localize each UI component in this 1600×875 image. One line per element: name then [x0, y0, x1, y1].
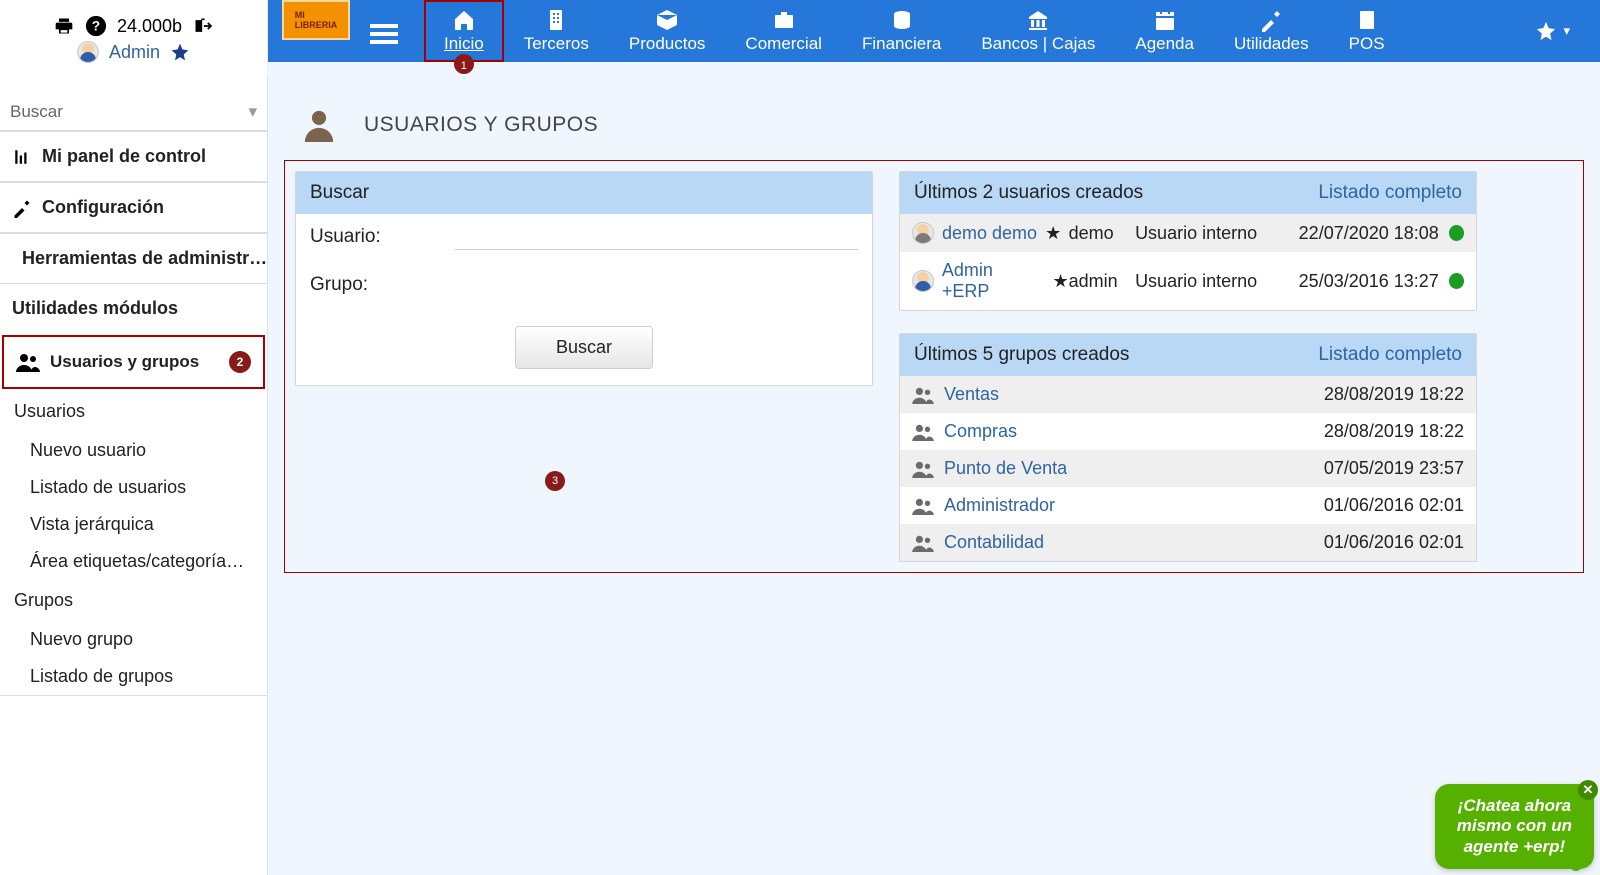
search-button[interactable]: Buscar	[515, 326, 653, 369]
left-sidebar: Buscar Mi panel de control Configuración…	[0, 78, 268, 875]
card-search: Buscar Usuario: Grupo: Buscar	[295, 171, 873, 386]
nav-item-bancos-cajas[interactable]: Bancos | Cajas	[961, 0, 1115, 62]
nav-item-utilidades[interactable]: Utilidades	[1214, 0, 1329, 62]
nav-item-terceros[interactable]: Terceros	[504, 0, 609, 62]
sidebar-label: Mi panel de control	[42, 146, 206, 167]
user-link[interactable]: Admin +ERP	[942, 260, 1045, 302]
star-icon[interactable]	[170, 42, 190, 62]
group-link[interactable]: Punto de Venta	[944, 458, 1067, 479]
sidebar-subitem[interactable]: Listado de usuarios	[0, 469, 267, 506]
current-user-link[interactable]: Admin	[109, 42, 160, 63]
avatar-icon	[77, 41, 99, 63]
help-icon[interactable]: ?	[85, 15, 107, 37]
sidebar-subitem[interactable]: Vista jerárquica	[0, 506, 267, 543]
group-date: 01/06/2016 02:01	[1324, 532, 1464, 553]
page-heading: USUARIOS Y GRUPOS	[284, 88, 1584, 160]
sidebar-subitem[interactable]: Nuevo usuario	[0, 432, 267, 469]
group-row: Contabilidad 01/06/2016 02:01	[900, 524, 1476, 561]
version-text: 24.000b	[117, 16, 182, 37]
input-user[interactable]	[455, 224, 858, 250]
avatar-icon	[912, 270, 934, 292]
label-group: Grupo:	[310, 274, 455, 296]
sidebar-sub-users[interactable]: Usuarios	[0, 391, 267, 432]
sidebar-item-config[interactable]: Configuración	[0, 182, 267, 233]
user-row: Admin +ERP ★adminUsuario interno25/03/20…	[900, 252, 1476, 310]
close-icon[interactable]: ✕	[1578, 780, 1598, 800]
sidebar-label: Usuarios y grupos	[50, 352, 199, 372]
group-link[interactable]: Contabilidad	[944, 532, 1044, 553]
input-group[interactable]	[455, 270, 858, 300]
nav-item-inicio[interactable]: Inicio1	[424, 0, 504, 62]
card-header: Últimos 5 grupos creados Listado complet…	[900, 334, 1476, 376]
user-login: admin	[1069, 271, 1135, 292]
chat-line: agente +erp!	[1457, 837, 1572, 857]
main-topnav: MILIBRERIA Inicio1TercerosProductosComer…	[268, 0, 1600, 62]
sidebar-label: Herramientas de administr…	[22, 248, 267, 269]
sidebar-subitem[interactable]: Listado de grupos	[0, 658, 267, 695]
chat-line: mismo con un	[1457, 816, 1572, 836]
status-dot	[1449, 225, 1464, 241]
menu-toggle[interactable]	[364, 0, 424, 62]
dashboard-area: Buscar Usuario: Grupo: Buscar	[284, 160, 1584, 573]
sidebar-item-users-groups[interactable]: Usuarios y grupos 2	[2, 335, 265, 389]
sidebar-label: Configuración	[42, 197, 164, 218]
link-full-list[interactable]: Listado completo	[1318, 182, 1462, 204]
nav-item-comercial[interactable]: Comercial	[725, 0, 842, 62]
nav-item-pos[interactable]: POS	[1329, 0, 1405, 62]
group-date: 28/08/2019 18:22	[1324, 421, 1464, 442]
link-full-list[interactable]: Listado completo	[1318, 344, 1462, 366]
annotation-badge: 3	[545, 471, 565, 491]
group-row: Administrador 01/06/2016 02:01	[900, 487, 1476, 524]
nav-item-productos[interactable]: Productos	[609, 0, 726, 62]
user-date: 25/03/2016 13:27	[1277, 271, 1438, 292]
group-date: 07/05/2019 23:57	[1324, 458, 1464, 479]
user-link[interactable]: demo demo	[942, 223, 1037, 244]
sidebar-sub-groups[interactable]: Grupos	[0, 580, 267, 621]
star-icon: ★	[1045, 223, 1061, 244]
bookmarks-dropdown[interactable]: ▾	[1505, 0, 1600, 62]
user-date: 22/07/2020 18:08	[1277, 223, 1438, 244]
status-dot	[1449, 273, 1464, 289]
group-date: 28/08/2019 18:22	[1324, 384, 1464, 405]
logout-icon[interactable]	[192, 16, 214, 36]
group-row: Punto de Venta 07/05/2019 23:57	[900, 450, 1476, 487]
print-icon[interactable]	[53, 16, 75, 36]
sidebar-item-dashboard[interactable]: Mi panel de control	[0, 131, 267, 182]
left-mini-toolbar: ? 24.000b Admin	[0, 0, 268, 78]
group-row: Ventas 28/08/2019 18:22	[900, 376, 1476, 413]
group-link[interactable]: Ventas	[944, 384, 999, 405]
group-link[interactable]: Compras	[944, 421, 1017, 442]
user-type: Usuario interno	[1135, 271, 1277, 292]
sidebar-item-utilmods[interactable]: Utilidades módulos	[0, 284, 267, 333]
form-row-group: Grupo:	[296, 260, 872, 310]
sidebar-search-select[interactable]: Buscar	[0, 94, 267, 131]
group-link[interactable]: Administrador	[944, 495, 1055, 516]
nav-item-agenda[interactable]: Agenda	[1115, 0, 1214, 62]
card-header: Buscar	[296, 172, 872, 214]
badge-count: 2	[229, 351, 251, 373]
sidebar-item-admintools[interactable]: Herramientas de administr…	[0, 233, 267, 284]
sidebar-subitem[interactable]: Área etiquetas/categorías Us…	[0, 543, 267, 580]
card-header: Últimos 2 usuarios creados Listado compl…	[900, 172, 1476, 214]
form-row-user: Usuario:	[296, 214, 872, 260]
star-icon: ★	[1052, 271, 1068, 292]
avatar-icon	[912, 222, 934, 244]
group-row: Compras 28/08/2019 18:22	[900, 413, 1476, 450]
svg-text:?: ?	[92, 19, 100, 34]
user-login: demo	[1069, 223, 1135, 244]
sidebar-subitem[interactable]: Nuevo grupo	[0, 621, 267, 658]
brand-logo[interactable]: MILIBRERIA	[282, 0, 350, 40]
label-user: Usuario:	[310, 226, 455, 248]
chat-widget[interactable]: ✕ ¡Chatea ahora mismo con un agente +erp…	[1435, 784, 1594, 869]
card-latest-groups: Últimos 5 grupos creados Listado complet…	[899, 333, 1477, 562]
user-row: demo demo ★ demoUsuario interno22/07/2020…	[900, 214, 1476, 252]
nav-item-financiera[interactable]: Financiera	[842, 0, 961, 62]
chat-line: ¡Chatea ahora	[1457, 796, 1572, 816]
group-date: 01/06/2016 02:01	[1324, 495, 1464, 516]
chat-dot-icon	[1570, 859, 1582, 871]
main-content: USUARIOS Y GRUPOS Buscar Usuario: Grupo:	[268, 78, 1600, 875]
user-type: Usuario interno	[1135, 223, 1277, 244]
card-latest-users: Últimos 2 usuarios creados Listado compl…	[899, 171, 1477, 311]
